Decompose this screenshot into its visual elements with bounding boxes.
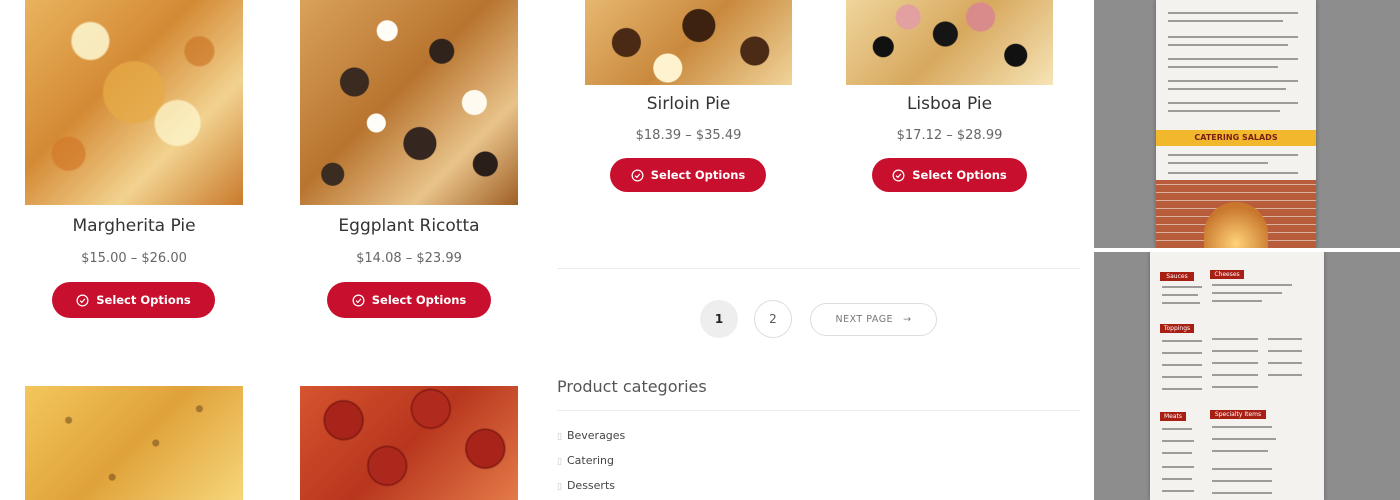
select-options-label: Select Options	[96, 293, 191, 307]
pagination-page-1[interactable]: 1	[700, 300, 738, 338]
menu-section-heading: Toppings	[1160, 324, 1194, 333]
select-options-label: Select Options	[650, 168, 746, 182]
widget-title: Product categories	[557, 377, 707, 396]
product-image-margherita[interactable]	[25, 0, 243, 205]
check-circle-icon	[76, 294, 89, 306]
product-image-sirloin[interactable]	[585, 0, 792, 85]
product-price: $14.08 – $23.99	[356, 251, 462, 266]
product-name[interactable]: Lisboa Pie	[846, 94, 1053, 114]
bullet-icon: ▯	[557, 432, 562, 442]
category-label: Beverages	[566, 429, 626, 442]
select-options-button[interactable]: Select Options	[52, 282, 215, 318]
product-price: $17.12 – $28.99	[896, 128, 1003, 143]
select-options-button[interactable]: Select Options	[872, 158, 1027, 192]
menu-photo-catering[interactable]: CATERING SALADS	[1094, 0, 1400, 248]
category-link-desserts[interactable]: ▯ Desserts	[557, 479, 615, 492]
product-image-lisboa[interactable]	[846, 0, 1053, 85]
menu-paper: Sauces Cheeses Toppings Meats Specialty …	[1150, 252, 1324, 500]
menu-section-heading: Meats	[1160, 412, 1186, 421]
check-circle-icon	[631, 169, 644, 181]
bullet-icon: ▯	[557, 457, 562, 467]
product-name[interactable]: Margherita Pie	[25, 216, 243, 236]
category-label: Catering	[566, 454, 614, 467]
check-circle-icon	[352, 294, 365, 306]
product-name[interactable]: Eggplant Ricotta	[300, 216, 518, 236]
category-label: Desserts	[566, 479, 615, 492]
check-circle-icon	[892, 169, 905, 181]
product-image[interactable]	[300, 386, 518, 500]
divider	[557, 410, 1080, 411]
arrow-right-icon: →	[903, 314, 912, 325]
next-page-button[interactable]: NEXT PAGE →	[810, 303, 937, 336]
brick-oven-illustration	[1156, 180, 1316, 248]
menu-section-heading: Sauces	[1160, 272, 1194, 281]
category-link-catering[interactable]: ▯ Catering	[557, 454, 614, 467]
divider	[557, 268, 1080, 269]
menu-section-heading: CATERING SALADS	[1156, 130, 1316, 146]
menu-section-heading: Cheeses	[1210, 270, 1244, 279]
select-options-label: Select Options	[371, 293, 467, 307]
menu-paper: CATERING SALADS	[1156, 0, 1316, 248]
product-name[interactable]: Sirloin Pie	[585, 94, 792, 114]
product-price: $18.39 – $35.49	[635, 128, 742, 143]
select-options-label: Select Options	[912, 168, 1007, 182]
bullet-icon: ▯	[557, 482, 562, 492]
product-image[interactable]	[25, 386, 243, 500]
select-options-button[interactable]: Select Options	[610, 158, 766, 192]
menu-photo-toppings[interactable]: Sauces Cheeses Toppings Meats Specialty …	[1094, 252, 1400, 500]
menu-section-heading: Specialty Items	[1210, 410, 1266, 419]
product-image-eggplant-ricotta[interactable]	[300, 0, 518, 205]
next-page-label: NEXT PAGE	[835, 314, 894, 325]
pagination-page-2[interactable]: 2	[754, 300, 792, 338]
category-link-beverages[interactable]: ▯ Beverages	[557, 429, 625, 442]
product-price: $15.00 – $26.00	[81, 251, 187, 266]
select-options-button[interactable]: Select Options	[327, 282, 491, 318]
